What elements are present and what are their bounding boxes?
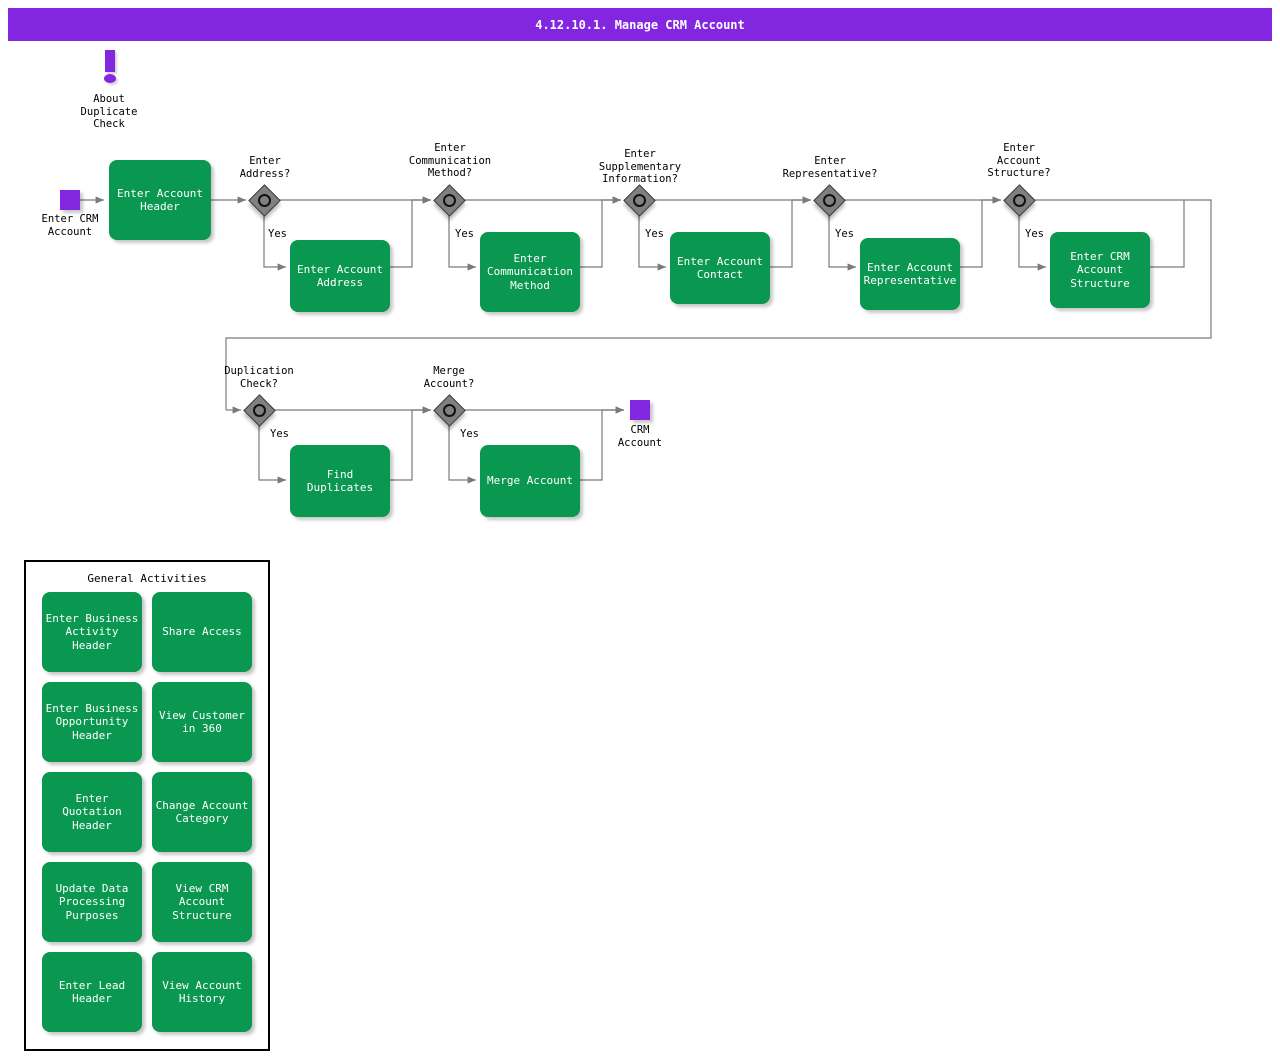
task-enter-account-representative[interactable]: Enter Account Representative bbox=[860, 238, 960, 310]
general-activity-change-account-category[interactable]: Change Account Category bbox=[152, 772, 252, 852]
gateway-circle-icon bbox=[253, 404, 266, 417]
general-activity-share-access[interactable]: Share Access bbox=[152, 592, 252, 672]
gateway-label-enter-address: Enter Address? bbox=[239, 155, 291, 180]
gateway-merge-account[interactable] bbox=[433, 394, 466, 427]
exclamation-icon bbox=[102, 50, 118, 83]
general-activity-enter-business-activity-header[interactable]: Enter Business Activity Header bbox=[42, 592, 142, 672]
task-find-duplicates[interactable]: Find Duplicates bbox=[290, 445, 390, 517]
branch-label-yes-6: Yes bbox=[270, 428, 289, 440]
general-activities-panel: General Activities Enter Business Activi… bbox=[24, 560, 270, 1051]
gateway-enter-communication-method[interactable] bbox=[433, 184, 466, 217]
process-diagram-canvas: About Duplicate Check Enter CRM Account … bbox=[0, 0, 1280, 1060]
task-enter-account-address[interactable]: Enter Account Address bbox=[290, 240, 390, 312]
branch-label-yes-1: Yes bbox=[268, 228, 287, 240]
general-activity-enter-business-opportunity-header[interactable]: Enter Business Opportunity Header bbox=[42, 682, 142, 762]
gateway-label-enter-representative: Enter Representative? bbox=[782, 155, 878, 180]
gateway-label-enter-supplementary-information: Enter Supplementary Information? bbox=[598, 148, 682, 185]
gateway-circle-icon bbox=[443, 194, 456, 207]
exclamation-dot bbox=[104, 74, 116, 83]
task-enter-account-contact[interactable]: Enter Account Contact bbox=[670, 232, 770, 304]
general-activity-enter-lead-header[interactable]: Enter Lead Header bbox=[42, 952, 142, 1032]
gateway-circle-icon bbox=[1013, 194, 1026, 207]
gateway-enter-address[interactable] bbox=[248, 184, 281, 217]
gateway-enter-account-structure[interactable] bbox=[1003, 184, 1036, 217]
exclamation-bar bbox=[105, 50, 115, 72]
gateway-label-merge-account: Merge Account? bbox=[423, 365, 475, 390]
gateway-circle-icon bbox=[823, 194, 836, 207]
end-event-label: CRM Account bbox=[617, 424, 663, 449]
end-event[interactable] bbox=[630, 400, 650, 420]
gateway-label-enter-account-structure: Enter Account Structure? bbox=[987, 142, 1051, 179]
general-activity-view-crm-account-structure[interactable]: View CRM Account Structure bbox=[152, 862, 252, 942]
general-activity-view-customer-in-360[interactable]: View Customer in 360 bbox=[152, 682, 252, 762]
branch-label-yes-7: Yes bbox=[460, 428, 479, 440]
gateway-label-duplication-check: Duplication Check? bbox=[224, 365, 294, 390]
start-event[interactable] bbox=[60, 190, 80, 210]
task-merge-account[interactable]: Merge Account bbox=[480, 445, 580, 517]
general-activities-title: General Activities bbox=[87, 572, 207, 585]
gateway-duplication-check[interactable] bbox=[243, 394, 276, 427]
annotation-label: About Duplicate Check bbox=[80, 93, 138, 130]
gateway-circle-icon bbox=[443, 404, 456, 417]
gateway-circle-icon bbox=[258, 194, 271, 207]
general-activity-view-account-history[interactable]: View Account History bbox=[152, 952, 252, 1032]
gateway-enter-representative[interactable] bbox=[813, 184, 846, 217]
task-enter-communication-method[interactable]: Enter Communication Method bbox=[480, 232, 580, 312]
general-activity-enter-quotation-header[interactable]: Enter Quotation Header bbox=[42, 772, 142, 852]
general-activity-update-data-processing-purposes[interactable]: Update Data Processing Purposes bbox=[42, 862, 142, 942]
task-enter-account-header[interactable]: Enter Account Header bbox=[109, 160, 211, 240]
gateway-circle-icon bbox=[633, 194, 646, 207]
general-activities-grid: Enter Business Activity Header Share Acc… bbox=[42, 592, 256, 1032]
start-event-label: Enter CRM Account bbox=[41, 213, 99, 238]
gateway-enter-supplementary-information[interactable] bbox=[623, 184, 656, 217]
gateway-label-enter-communication-method: Enter Communication Method? bbox=[408, 142, 492, 179]
task-enter-crm-account-structure[interactable]: Enter CRM Account Structure bbox=[1050, 232, 1150, 308]
